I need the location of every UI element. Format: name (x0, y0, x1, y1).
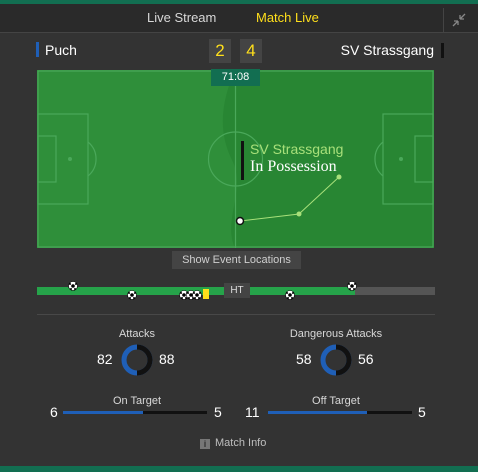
away-team-name: SV Strassgang (340, 42, 434, 58)
goal-ball-icon (285, 290, 295, 300)
home-team: Puch (36, 42, 77, 58)
home-team-color-bar (36, 42, 39, 57)
bottom-accent-bar (0, 466, 478, 472)
goal-ball-icon (68, 281, 78, 291)
off-target-home-fill (268, 411, 367, 414)
pitch-graphic (37, 70, 434, 248)
goal-ball-icon (127, 290, 137, 300)
dangerous-attacks-home: 58 (296, 351, 312, 367)
possession-label: In Possession (250, 158, 337, 175)
home-team-name: Puch (45, 42, 77, 58)
section-divider (37, 314, 435, 315)
goal-ball-icon (347, 281, 357, 291)
yellow-card-icon (203, 289, 209, 299)
dangerous-attacks-donut (320, 344, 352, 376)
pitch (37, 70, 434, 248)
possession-team: SV Strassgang (250, 141, 344, 157)
info-icon: i (200, 439, 210, 449)
attacks-donut (121, 344, 153, 376)
possession-indicator: SV Strassgang In Possession (241, 141, 343, 180)
tab-match-live[interactable]: Match Live (256, 10, 319, 25)
home-score: 2 (209, 39, 231, 63)
dangerous-attacks-title: Dangerous Attacks (289, 328, 383, 340)
on-target-away: 5 (214, 404, 222, 420)
collapse-button[interactable] (443, 8, 468, 32)
on-target-title: On Target (112, 395, 162, 407)
off-target-home: 11 (245, 404, 260, 420)
match-info-button[interactable]: i Match Info (200, 437, 266, 449)
match-info-label: Match Info (215, 437, 267, 449)
off-target-title: Off Target (312, 395, 360, 407)
away-score: 4 (240, 39, 262, 63)
halftime-marker: HT (224, 283, 250, 298)
away-team: SV Strassgang (340, 42, 444, 58)
on-target-home-fill (63, 411, 143, 414)
attacks-title: Attacks (118, 328, 156, 340)
on-target-home: 6 (50, 404, 58, 420)
dangerous-attacks-away: 56 (358, 351, 374, 367)
attacks-away: 88 (159, 351, 175, 367)
away-team-color-bar (441, 43, 444, 58)
show-event-locations-button[interactable]: Show Event Locations (172, 251, 301, 269)
tab-live-stream[interactable]: Live Stream (147, 10, 216, 25)
match-clock: 71:08 (211, 69, 260, 86)
tab-bar: Live Stream Match Live (0, 4, 478, 33)
attacks-home: 82 (97, 351, 113, 367)
off-target-away: 5 (418, 404, 426, 420)
match-timeline: HT (37, 278, 435, 302)
collapse-icon (452, 13, 466, 27)
goal-ball-icon (192, 290, 202, 300)
